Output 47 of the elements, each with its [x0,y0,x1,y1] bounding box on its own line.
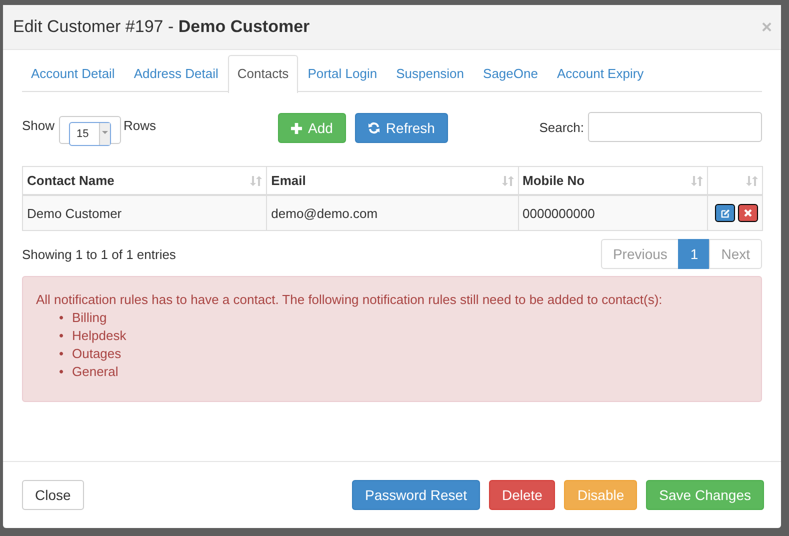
footer-button[interactable]: Save Changes [646,480,764,510]
alert-message: All notification rules has to have a contact. The following notification rules still need to be added to contact(s): [36,291,664,309]
sort-icon [250,174,262,186]
list-bullet: • [59,327,65,345]
tab[interactable]: SageOne [474,55,547,92]
table-cell: demo@demo.com [271,206,378,220]
delete-button[interactable] [738,204,758,222]
list-item: Outages [72,345,122,363]
dialog-title: Edit Customer #197 - Demo Customer [13,17,311,37]
footer-button[interactable]: Close [22,480,84,510]
list-bullet: • [59,363,65,381]
tab[interactable]: Contacts [228,55,298,93]
sort-icon [691,174,703,186]
column-header: Contact Name [27,173,114,188]
edit-icon [720,208,730,218]
cross-icon [744,209,752,217]
column-header: Email [271,173,306,188]
list-item: General [72,363,118,381]
list-bullet: • [59,309,65,327]
rows-select[interactable]: 15 [68,122,111,146]
search-label: Search: [539,120,584,134]
tab[interactable]: Portal Login [298,55,386,92]
search-field[interactable] [588,112,762,142]
footer-button[interactable]: Password Reset [352,480,480,510]
tab[interactable]: Suspension [387,55,474,92]
refresh-icon [368,122,380,134]
add-button[interactable]: Add [278,113,346,143]
column-header: Mobile No [522,173,585,188]
sort-icon [746,174,758,186]
table-cell: 0000000000 [522,206,595,220]
plus-icon [291,122,302,134]
list-item: Billing [72,309,107,327]
list-item: Helpdesk [72,327,126,345]
rows-label: Rows [124,118,156,133]
edit-button[interactable] [715,204,735,222]
tab[interactable]: Address Detail [124,55,228,92]
table-cell: Demo Customer [27,206,122,220]
refresh-button[interactable]: Refresh [354,113,448,143]
tab[interactable]: Account Expiry [548,55,653,92]
sort-icon [502,174,514,186]
entries-info: Showing 1 to 1 of 1 entries [22,246,176,262]
list-bullet: • [59,345,65,363]
tab[interactable]: Account Detail [22,55,124,92]
footer-button[interactable]: Disable [564,480,638,510]
show-label: Show [22,118,55,133]
footer-button[interactable]: Delete [488,480,556,510]
page-link[interactable]: 1 [678,239,710,269]
